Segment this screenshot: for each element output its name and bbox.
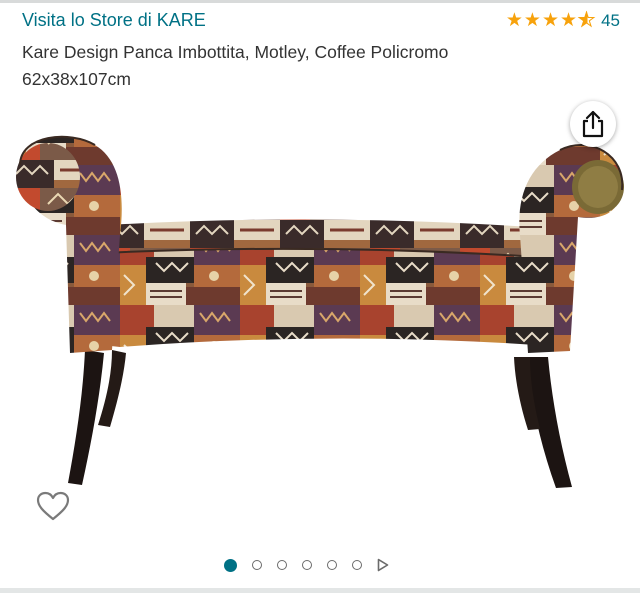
star-icon: ★ — [559, 10, 578, 31]
star-icon: ★ — [505, 10, 523, 31]
share-button[interactable] — [570, 101, 616, 147]
play-icon[interactable] — [377, 558, 389, 572]
pager-dot-1[interactable] — [224, 558, 237, 572]
star-icon: ★ — [523, 10, 541, 31]
wishlist-button[interactable] — [32, 486, 74, 526]
pager-dot-5[interactable] — [327, 560, 337, 570]
pager-dot-4[interactable] — [302, 560, 312, 570]
half-star-icon: ★ — [578, 10, 596, 31]
rating-summary[interactable]: ★ ★ ★ ★ ★ 45 — [505, 10, 620, 31]
pager-dot-6[interactable] — [352, 560, 362, 570]
rating-stars: ★ ★ ★ ★ ★ — [505, 10, 596, 31]
star-icon: ★ — [541, 10, 559, 31]
top-divider — [0, 0, 640, 3]
share-icon — [582, 110, 604, 138]
bottom-divider — [0, 588, 640, 593]
product-image[interactable] — [0, 95, 640, 550]
image-pager — [224, 558, 389, 572]
heart-icon — [36, 491, 70, 521]
rating-count[interactable]: 45 — [601, 11, 620, 31]
pager-dot-3[interactable] — [277, 560, 287, 570]
store-link[interactable]: Visita lo Store di KARE — [22, 10, 206, 31]
product-title: Kare Design Panca Imbottita, Motley, Cof… — [22, 42, 449, 89]
pager-dot-2[interactable] — [252, 560, 262, 570]
